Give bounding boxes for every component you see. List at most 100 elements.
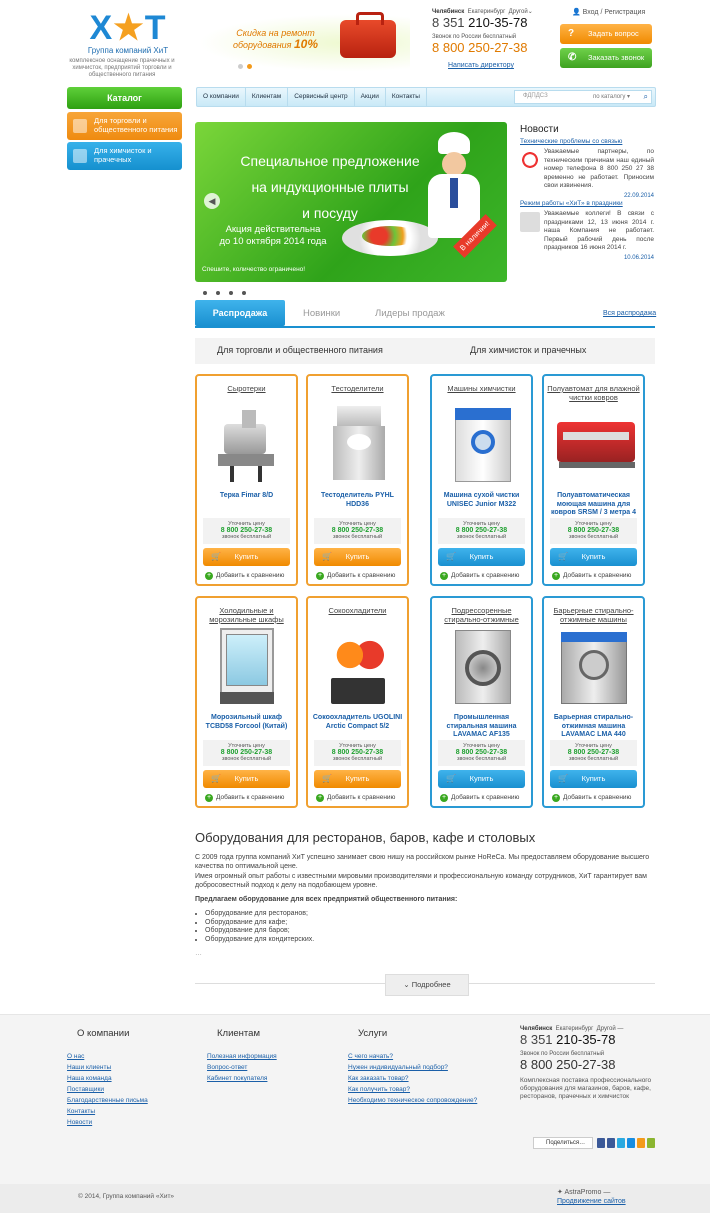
- product-name[interactable]: Барьерная стирально-отжимная машина LAVA…: [548, 714, 639, 740]
- buy-button[interactable]: 🛒 Купить: [314, 548, 401, 566]
- nav-contacts[interactable]: Контакты: [386, 88, 427, 106]
- buy-button[interactable]: 🛒 Купить: [203, 770, 290, 788]
- search-input[interactable]: ФДПДСЗ по каталогу ▾ ⌕: [514, 90, 652, 104]
- product-image[interactable]: [323, 404, 393, 484]
- product-name[interactable]: Полуавтоматическая моющая машина для ков…: [548, 492, 639, 518]
- product-name[interactable]: Промышленная стиральная машина LAVAMAC A…: [436, 714, 527, 740]
- promo-dot-active[interactable]: [247, 64, 252, 69]
- facebook-icon[interactable]: [607, 1138, 615, 1148]
- product-name[interactable]: Машина сухой чистки UNISEC Junior M322: [436, 492, 527, 509]
- product-card[interactable]: Барьерные стирально-отжимные машины Барье…: [542, 596, 645, 808]
- city-selector[interactable]: Челябинск Екатеринбург Другой⌄: [432, 8, 552, 15]
- banner-dots[interactable]: [203, 288, 255, 297]
- product-name[interactable]: Тестоделитель PYHL HDD36: [312, 492, 403, 509]
- compare-link[interactable]: + Добавить к сравнению: [316, 572, 395, 580]
- product-category[interactable]: Сыротерки: [199, 384, 294, 393]
- compare-link[interactable]: + Добавить к сравнению: [552, 794, 631, 802]
- sidebar-item-laundry[interactable]: Для химчисток и прачечных: [67, 142, 182, 170]
- footer-link[interactable]: Наша команда: [67, 1073, 148, 1084]
- product-card[interactable]: Машины химчистки Машина сухой чистки UNIS…: [430, 374, 533, 586]
- nav-about[interactable]: О компании: [197, 88, 246, 106]
- product-image[interactable]: [447, 404, 517, 484]
- nav-service[interactable]: Сервисный центр: [288, 88, 355, 106]
- ask-question-button[interactable]: ? Задать вопрос: [560, 24, 652, 44]
- banner-dot[interactable]: [216, 291, 220, 295]
- subtab-food[interactable]: Для торговли и общественного питания: [217, 345, 383, 355]
- compare-link[interactable]: + Добавить к сравнению: [205, 572, 284, 580]
- compare-link[interactable]: + Добавить к сравнению: [205, 794, 284, 802]
- product-name[interactable]: Сокоохладитель UGOLINI Arctic Compact 5/…: [312, 714, 403, 731]
- tab-leaders[interactable]: Лидеры продаж: [375, 308, 445, 319]
- product-card[interactable]: Сыротерки Терка Fimar 8/D Уточнить цену 8 8…: [195, 374, 298, 586]
- product-card[interactable]: Тестоделители Тестоделитель PYHL HDD36 Уто…: [306, 374, 409, 586]
- product-category[interactable]: Барьерные стирально-отжимные машины: [546, 606, 641, 624]
- footer-link[interactable]: Нужен индивидуальный подбор?: [348, 1062, 477, 1073]
- buy-button[interactable]: 🛒 Купить: [438, 770, 525, 788]
- subtab-laundry[interactable]: Для химчисток и прачечных: [470, 345, 586, 355]
- footer-link[interactable]: Наши клиенты: [67, 1062, 148, 1073]
- footer-link[interactable]: Кабинет покупателя: [207, 1073, 277, 1084]
- search-scope-select[interactable]: по каталогу ▾: [593, 93, 630, 100]
- product-category[interactable]: Полуавтомат для влажной чистки ковров: [546, 384, 641, 402]
- footer-link[interactable]: Как заказать товар?: [348, 1073, 477, 1084]
- tab-sale[interactable]: Распродажа: [195, 300, 285, 326]
- banner-dot[interactable]: [229, 291, 233, 295]
- footer-link[interactable]: Вопрос-ответ: [207, 1062, 277, 1073]
- buy-button[interactable]: 🛒 Купить: [314, 770, 401, 788]
- sidebar-item-food[interactable]: Для торговли и общественного питания: [67, 112, 182, 140]
- footer-link[interactable]: С чего начать?: [348, 1051, 477, 1062]
- developer-link[interactable]: Продвижение сайтов: [557, 1198, 626, 1205]
- product-category[interactable]: Сокоохладители: [310, 606, 405, 615]
- product-name[interactable]: Морозильный шкаф TCBD58 Forcool (Китай): [201, 714, 292, 731]
- arrow-left-icon[interactable]: ◀: [204, 193, 220, 209]
- share-button[interactable]: Поделиться…: [533, 1137, 593, 1149]
- footer-link[interactable]: Поставщики: [67, 1084, 148, 1095]
- footer-link[interactable]: Полезная информация: [207, 1051, 277, 1062]
- nav-promo[interactable]: Акции: [355, 88, 386, 106]
- buy-button[interactable]: 🛒 Купить: [550, 770, 637, 788]
- request-call-button[interactable]: ✆ Заказать звонок: [560, 48, 652, 68]
- footer-link[interactable]: Благодарственные письма: [67, 1095, 148, 1106]
- buy-button[interactable]: 🛒 Купить: [438, 548, 525, 566]
- compare-link[interactable]: + Добавить к сравнению: [440, 572, 519, 580]
- promo-dot[interactable]: [238, 64, 243, 69]
- product-category[interactable]: Холодильные и морозильные шкафы: [199, 606, 294, 624]
- product-category[interactable]: Тестоделители: [310, 384, 405, 393]
- banner-dot[interactable]: [203, 291, 207, 295]
- footer-link[interactable]: Контакты: [67, 1106, 148, 1117]
- twitter-icon[interactable]: [617, 1138, 625, 1148]
- product-name[interactable]: Терка Fimar 8/D: [201, 492, 292, 501]
- news-link[interactable]: Технические проблемы со связью: [520, 138, 654, 145]
- product-image[interactable]: [447, 626, 517, 706]
- product-card[interactable]: Сокоохладители Сокоохладитель UGOLINI Arc…: [306, 596, 409, 808]
- promo-dots[interactable]: [238, 62, 256, 71]
- buy-button[interactable]: 🛒 Купить: [203, 548, 290, 566]
- search-icon[interactable]: ⌕: [644, 92, 648, 102]
- product-category[interactable]: Подрессоренные стирально-отжимные: [434, 606, 529, 624]
- product-card[interactable]: Холодильные и морозильные шкафы Морозильн…: [195, 596, 298, 808]
- login-link[interactable]: 👤 Вход / Регистрация: [572, 8, 645, 16]
- more-share-icon[interactable]: [647, 1138, 655, 1148]
- footer-link[interactable]: Новости: [67, 1117, 148, 1128]
- mailru-icon[interactable]: [627, 1138, 635, 1148]
- all-sale-link[interactable]: Вся распродажа: [603, 310, 656, 317]
- banner-dot[interactable]: [242, 291, 246, 295]
- news-link[interactable]: Режим работы «ХиТ» в праздники: [520, 200, 654, 207]
- product-image[interactable]: [557, 404, 635, 484]
- odnoklassniki-icon[interactable]: [637, 1138, 645, 1148]
- product-card[interactable]: Подрессоренные стирально-отжимные Промышл…: [430, 596, 533, 808]
- catalog-button[interactable]: Каталог: [67, 87, 182, 109]
- product-image[interactable]: [212, 404, 282, 484]
- compare-link[interactable]: + Добавить к сравнению: [440, 794, 519, 802]
- nav-clients[interactable]: Клиентам: [246, 88, 289, 106]
- compare-link[interactable]: + Добавить к сравнению: [316, 794, 395, 802]
- write-director-link[interactable]: Написать директору: [448, 62, 514, 69]
- footer-link[interactable]: Необходимо техническое сопровождение?: [348, 1095, 477, 1106]
- product-category[interactable]: Машины химчистки: [434, 384, 529, 393]
- vk-icon[interactable]: [597, 1138, 605, 1148]
- product-image[interactable]: [212, 626, 282, 706]
- compare-link[interactable]: + Добавить к сравнению: [552, 572, 631, 580]
- more-button[interactable]: ⌄ Подробнее: [385, 974, 469, 996]
- product-card[interactable]: Полуавтомат для влажной чистки ковров Пол…: [542, 374, 645, 586]
- product-image[interactable]: [323, 626, 393, 706]
